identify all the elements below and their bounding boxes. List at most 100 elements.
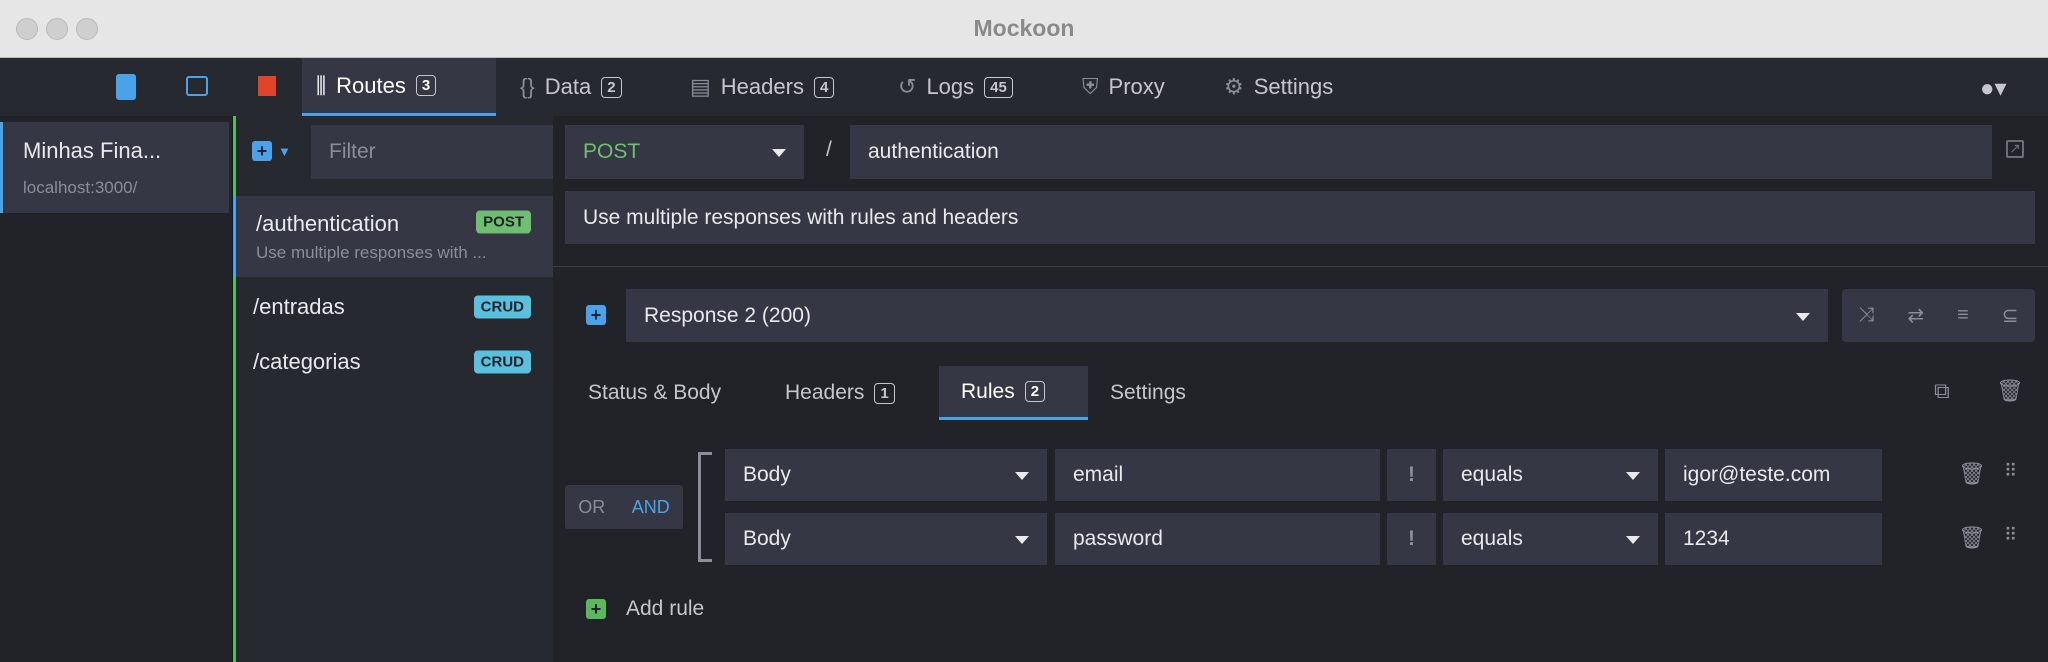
filter-input[interactable]: Filter (311, 125, 553, 179)
rules-bracket (698, 452, 712, 562)
method-badge: CRUD (473, 350, 531, 373)
rule-property-input[interactable]: password (1055, 513, 1380, 565)
tab-headers[interactable]: ▤ Headers 4 (676, 58, 848, 116)
method-select[interactable]: POST (565, 125, 804, 179)
tab-label: Headers (785, 381, 865, 404)
fallback-icon[interactable]: ⊆ (2002, 303, 2019, 328)
tab-data[interactable]: {} Data 2 (506, 58, 636, 116)
delete-response-icon[interactable]: 🗑 (1996, 378, 2024, 404)
add-rule-label: Add rule (626, 597, 705, 620)
chevron-down-icon (1015, 536, 1029, 544)
divider (553, 266, 2048, 267)
delete-rule-icon[interactable]: 🗑 (1958, 461, 1986, 487)
account-menu-icon[interactable]: ●▾ (1980, 74, 2007, 103)
sequential-icon[interactable]: ⇄ (1907, 303, 1924, 328)
rule-target-select[interactable]: Body (725, 513, 1047, 565)
top-nav: ⫼ Routes 3 {} Data 2 ▤ Headers 4 ↺ Logs 45 ⛨ Prox… (0, 58, 2048, 116)
tab-status-body[interactable]: Status & Body (566, 366, 743, 420)
chevron-down-icon (1626, 536, 1640, 544)
response-select[interactable]: Response 2 (200) (626, 289, 1828, 342)
rule-property-input[interactable]: email (1055, 449, 1380, 501)
tab-response-settings[interactable]: Settings (1088, 366, 1208, 420)
chevron-down-icon (1626, 472, 1640, 480)
rule-target: Body (743, 463, 791, 486)
open-folder-icon[interactable] (186, 76, 208, 96)
external-link-icon[interactable]: ↗ (2006, 140, 2024, 158)
tab-label: Data (544, 74, 592, 99)
rule-invert-button[interactable]: ! (1387, 513, 1436, 565)
rule-target: Body (743, 527, 791, 550)
count-badge: 45 (984, 76, 1013, 98)
plus-icon: + (252, 141, 272, 161)
add-rule-button[interactable]: + Add rule (586, 597, 704, 621)
delete-rule-icon[interactable]: 🗑 (1958, 525, 1986, 551)
drag-handle-icon[interactable]: ⠿ (2004, 461, 2017, 482)
route-item[interactable]: /categorias CRUD (233, 334, 553, 389)
chevron-down-icon (1015, 472, 1029, 480)
rule-operator: equals (1461, 463, 1523, 486)
rule-operator: equals (1461, 527, 1523, 550)
new-environment-icon[interactable] (116, 74, 136, 100)
or-button[interactable]: OR (578, 497, 605, 518)
chevron-down-icon (1796, 312, 1810, 321)
tab-label: Settings (1110, 381, 1186, 404)
drag-handle-icon[interactable]: ⠿ (2004, 525, 2017, 546)
gear-icon: ⚙ (1224, 74, 1244, 99)
routes-icon: ⫼ (316, 72, 327, 98)
method-value: POST (583, 140, 641, 163)
window-title: Mockoon (973, 15, 1075, 41)
headers-icon: ▤ (690, 74, 711, 99)
tab-logs[interactable]: ↺ Logs 45 (884, 58, 1027, 116)
response-value: Response 2 (200) (644, 303, 811, 327)
count-badge: 4 (813, 76, 835, 98)
rule-value-input[interactable]: 1234 (1665, 513, 1882, 565)
rule-operator-select[interactable]: equals (1443, 513, 1658, 565)
rule-operator-select[interactable]: equals (1443, 449, 1658, 501)
environment-name: Minhas Fina... (23, 138, 162, 163)
tab-label: Logs (926, 74, 975, 99)
tab-label: Headers (720, 74, 804, 99)
history-icon: ↺ (898, 74, 917, 99)
count-badge: 2 (1024, 381, 1046, 402)
braces-icon: {} (520, 74, 535, 99)
tab-rules[interactable]: Rules 2 (939, 366, 1088, 420)
rule-invert-button[interactable]: ! (1387, 449, 1436, 501)
add-route-button[interactable]: + ▼ (252, 141, 291, 161)
rule-value-input[interactable]: igor@teste.com (1665, 449, 1882, 501)
method-badge: POST (476, 210, 531, 234)
count-badge: 2 (601, 76, 622, 98)
route-item[interactable]: /authentication Use multiple responses w… (233, 196, 553, 277)
environment-url: localhost:3000/ (23, 178, 138, 197)
add-response-button[interactable]: + (586, 305, 606, 325)
tab-proxy[interactable]: ⛨ Proxy (1068, 58, 1179, 116)
tab-label: Routes (336, 72, 406, 98)
response-mode-group: ⤨ ⇄ ≡ ⊆ (1842, 289, 2035, 342)
count-badge: 1 (874, 382, 895, 404)
rules-operator-toggle: OR AND (565, 485, 683, 529)
method-badge: CRUD (473, 295, 531, 319)
tab-response-headers[interactable]: Headers 1 (763, 366, 917, 420)
count-badge: 3 (415, 75, 437, 96)
tab-routes[interactable]: ⫼ Routes 3 (302, 58, 496, 116)
random-icon[interactable]: ⤨ (1858, 304, 1874, 327)
duplicate-response-icon[interactable]: ⧉ (1934, 378, 1950, 404)
path-separator: / (826, 138, 832, 161)
chevron-down-icon (772, 149, 786, 157)
disable-rules-icon[interactable]: ≡ (1957, 304, 1969, 327)
description-input[interactable]: Use multiple responses with rules and he… (565, 191, 2035, 244)
chevron-down-icon: ▼ (278, 143, 291, 159)
path-input[interactable]: authentication (850, 125, 1992, 179)
and-button[interactable]: AND (632, 497, 670, 518)
tab-settings[interactable]: ⚙ Settings (1210, 58, 1347, 116)
route-description: Use multiple responses with ... (256, 242, 487, 262)
environment-item[interactable]: Minhas Fina... localhost:3000/ (0, 122, 229, 213)
tab-label: Settings (1253, 74, 1334, 99)
route-item[interactable]: /entradas CRUD (233, 280, 553, 334)
plus-icon: + (586, 305, 606, 325)
tab-label: Rules (961, 379, 1015, 403)
stop-server-icon[interactable] (258, 76, 276, 96)
rule-target-select[interactable]: Body (725, 449, 1047, 501)
tab-label: Status & Body (588, 381, 722, 404)
title-bar: Mockoon (0, 0, 2048, 58)
tab-label: Proxy (1108, 74, 1165, 99)
